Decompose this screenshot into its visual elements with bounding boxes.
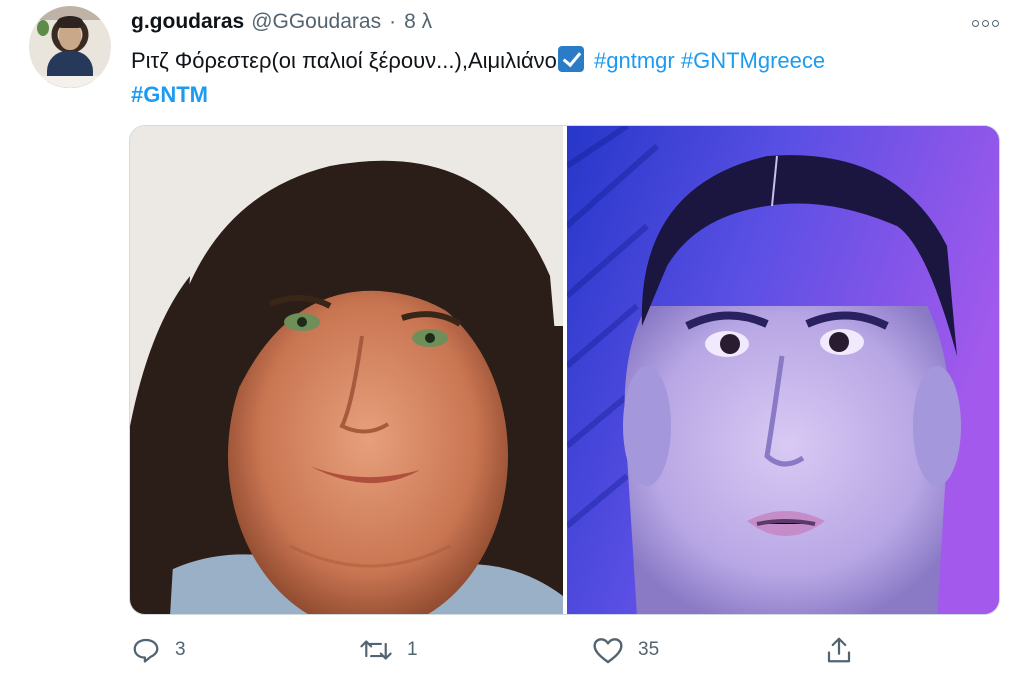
media-image-left[interactable] [130, 126, 563, 614]
photo-long-dark-haired-man [130, 126, 563, 614]
like-count: 35 [638, 639, 660, 660]
more-dot [991, 19, 999, 27]
share-icon [824, 635, 854, 665]
tweet-card[interactable]: g.goudaras @GGoudaras · 8 λ Ριτζ Φόρεστε… [0, 0, 1024, 686]
display-name[interactable]: g.goudaras [131, 10, 244, 34]
reply-count: 3 [175, 639, 186, 660]
retweet-count: 1 [407, 639, 418, 660]
check-box-icon [557, 46, 584, 72]
avatar-plant [37, 20, 49, 36]
retweet-icon [359, 635, 393, 665]
more-options-icon[interactable] [965, 12, 1005, 34]
tweet-media[interactable] [129, 125, 1000, 615]
photo-tv-still-dark-haired-man [567, 126, 999, 614]
tweet-timestamp[interactable]: 8 λ [404, 10, 432, 34]
tweet-header: g.goudaras @GGoudaras · 8 λ [131, 10, 432, 36]
header-separator: · [389, 10, 397, 33]
heart-icon [592, 635, 624, 665]
hashtag-link[interactable]: #GNTM [131, 82, 208, 107]
like-button[interactable]: 35 [592, 632, 659, 668]
reply-icon [131, 635, 161, 665]
more-dot [981, 19, 989, 27]
hashtag-link[interactable]: #GNTMgreece [681, 48, 825, 73]
tweet-actions: 3 1 35 [131, 632, 861, 668]
user-handle[interactable]: @GGoudaras [251, 10, 381, 34]
more-dot [971, 19, 979, 27]
tweet-text: Ριτζ Φόρεστερ(οι παλιοί ξέρουν...),Αιμιλ… [131, 44, 991, 112]
retweet-button[interactable]: 1 [359, 632, 418, 668]
avatar[interactable] [29, 6, 111, 88]
reply-button[interactable]: 3 [131, 632, 186, 668]
avatar-desk [29, 76, 111, 88]
hashtag-link[interactable]: #gntmgr [594, 48, 675, 73]
avatar-hair [57, 16, 83, 28]
media-image-right[interactable] [567, 126, 999, 614]
tweet-text-body: Ριτζ Φόρεστερ(οι παλιοί ξέρουν...),Αιμιλ… [131, 48, 557, 73]
share-button[interactable] [824, 632, 854, 668]
